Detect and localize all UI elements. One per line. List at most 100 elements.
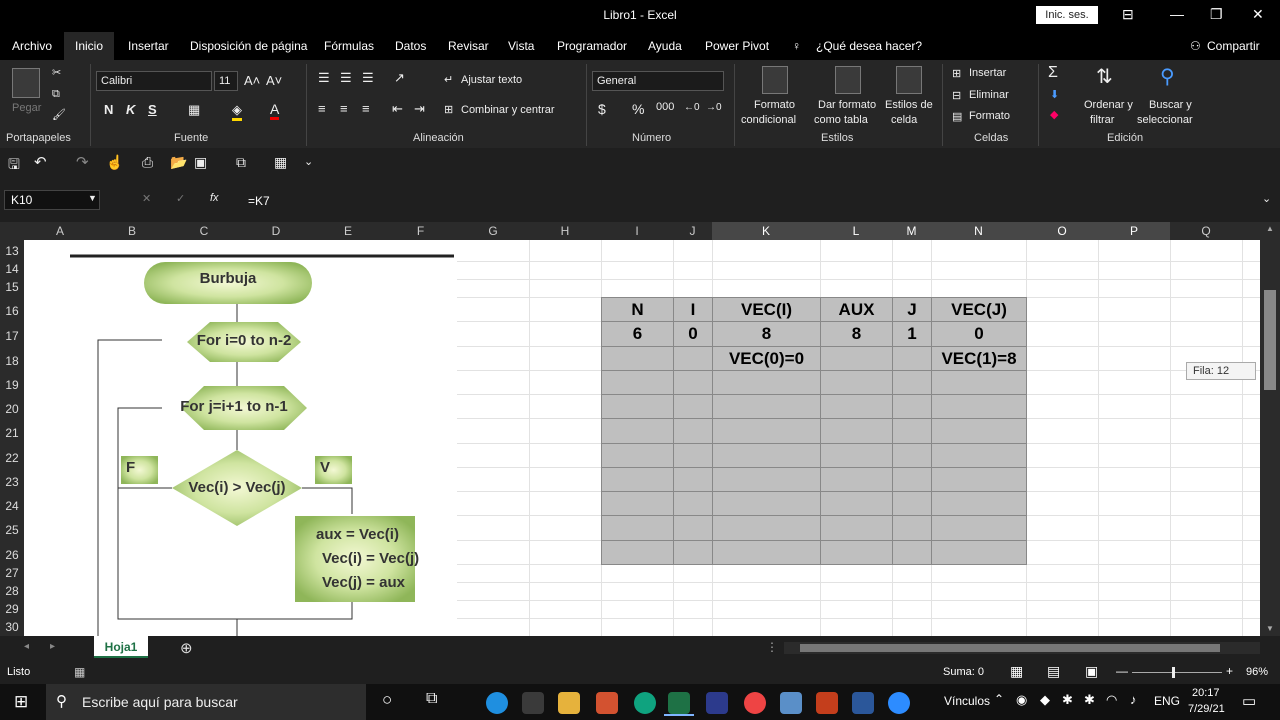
table-cell[interactable]: VEC(1)=8 [931,346,1027,371]
sort-line2[interactable]: filtrar [1090,114,1114,126]
vertical-scrollbar[interactable] [1260,222,1280,636]
font-size-select[interactable]: 11 [214,71,238,91]
table-header-n[interactable]: N [601,297,674,322]
row-header[interactable]: 18 [0,354,24,368]
maximize-icon[interactable]: ❐ [1210,6,1223,23]
sort-line1[interactable]: Ordenar y [1084,99,1133,111]
row-header[interactable]: 23 [0,475,24,489]
column-header-e[interactable]: E [312,222,384,240]
tell-me-search[interactable]: ¿Qué desea hacer? [816,39,922,53]
word-icon[interactable] [852,692,874,714]
touch-mode-icon[interactable]: ☝ [106,154,123,171]
app-icon[interactable] [634,692,656,714]
clock-time[interactable]: 20:17 [1192,687,1220,699]
decrease-decimal-icon[interactable]: →0 [706,102,722,113]
column-header-p[interactable]: P [1098,222,1170,240]
tray-icon[interactable]: ✱ [1084,692,1095,708]
zoom-slider-thumb[interactable] [1172,667,1175,678]
column-header-j[interactable]: J [673,222,712,240]
column-header-a[interactable]: A [24,222,96,240]
worksheet-grid[interactable]: Burbuja For i=0 to n-2 For j=i+1 to n-1 … [24,240,1260,636]
row-header[interactable]: 28 [0,584,24,598]
excel-icon[interactable] [668,692,690,714]
wifi-icon[interactable]: ◠ [1106,692,1117,708]
copy-icon[interactable]: ⧉ [52,88,60,101]
underline-icon[interactable]: S [148,102,157,117]
close-icon[interactable]: ✕ [1252,6,1264,23]
bold-icon[interactable]: N [104,102,113,117]
prev-sheet-icon[interactable]: ◂ [24,641,29,652]
tab-power-pivot[interactable]: Power Pivot [705,39,769,53]
formula-input[interactable]: =K7 [248,194,270,208]
empty-table-row[interactable] [601,418,1027,444]
powerpoint-icon[interactable] [816,692,838,714]
table-cell[interactable]: 8 [712,321,821,347]
column-header-m[interactable]: M [892,222,931,240]
find-select-icon[interactable]: ⚲ [1160,64,1175,89]
name-box[interactable]: K10 [4,190,100,210]
merge-center-button[interactable]: Combinar y centrar [461,104,555,116]
align-top-icon[interactable]: ☰ [318,70,330,86]
flowchart-image[interactable]: Burbuja For i=0 to n-2 For j=i+1 to n-1 … [24,240,457,636]
next-sheet-icon[interactable]: ▸ [50,641,55,652]
insert-cells-button[interactable]: Insertar [969,67,1006,79]
zoom-in-icon[interactable]: + [1226,664,1233,678]
row-header[interactable]: 26 [0,548,24,562]
table-header-vec-j[interactable]: VEC(J) [931,297,1027,322]
clear-icon[interactable]: ◆ [1050,108,1058,121]
format-painter-icon[interactable]: 🖌 [52,108,66,121]
align-left-icon[interactable]: ≡ [318,101,326,116]
cut-icon[interactable]: ✂ [52,66,61,79]
empty-table-row[interactable] [601,515,1027,541]
row-header[interactable]: 27 [0,566,24,580]
format-table-line1[interactable]: Dar formato [818,99,876,111]
find-line1[interactable]: Buscar y [1149,99,1192,111]
windows-start-icon[interactable]: ⊞ [14,692,28,712]
borders-icon[interactable]: ▦ [188,102,200,118]
macro-icon[interactable]: ▦ [274,154,287,171]
tab-programador[interactable]: Programador [557,39,627,53]
autosum-icon[interactable]: Σ [1048,64,1058,82]
zoom-out-icon[interactable]: — [1116,664,1128,678]
column-header-i[interactable]: I [601,222,673,240]
app-icon[interactable] [596,692,618,714]
column-header-h[interactable]: H [529,222,601,240]
table-cell[interactable] [892,346,932,371]
sign-in-button[interactable]: Inic. ses. [1036,6,1098,24]
table-cell[interactable] [820,346,893,371]
align-bottom-icon[interactable]: ☰ [362,70,374,86]
empty-table-row[interactable] [601,370,1027,395]
wrap-text-icon[interactable]: ↵ [444,73,453,86]
sort-filter-icon[interactable]: ⇅ [1096,64,1113,89]
shrink-font-icon[interactable]: A˅ [266,73,282,88]
row-header[interactable]: 15 [0,280,24,294]
share-icon[interactable]: ⚇ [1190,39,1201,53]
open-icon[interactable]: 📂 [170,154,187,171]
find-line2[interactable]: seleccionar [1137,114,1193,126]
taskbar-search[interactable]: Escribe aquí para buscar [46,684,366,720]
grow-font-icon[interactable]: A˄ [244,73,260,88]
currency-icon[interactable]: $ [598,101,606,117]
tab-vista[interactable]: Vista [508,39,534,53]
row-header[interactable]: 13 [0,244,24,258]
cell-styles-line1[interactable]: Estilos de [885,99,933,111]
tray-icon[interactable]: ◆ [1040,692,1050,708]
zoom-app-icon[interactable] [888,692,910,714]
column-header-c[interactable]: C [168,222,240,240]
table-header-j[interactable]: J [892,297,932,322]
tab-archivo[interactable]: Archivo [12,39,52,53]
name-box-dropdown-icon[interactable]: ▼ [88,193,97,203]
comma-style-icon[interactable]: 000 [656,101,674,113]
tab-disposicion[interactable]: Disposición de página [190,39,307,53]
tab-ayuda[interactable]: Ayuda [648,39,682,53]
table-header-i[interactable]: I [673,297,713,322]
table-header-vec-i[interactable]: VEC(I) [712,297,821,322]
format-cells-icon[interactable]: ▤ [952,110,962,123]
row-header[interactable]: 21 [0,426,24,440]
table-cell[interactable]: 0 [673,321,713,347]
conditional-format-icon[interactable] [762,66,788,94]
row-header[interactable]: 17 [0,329,24,343]
column-header-f[interactable]: F [384,222,457,240]
page-break-icon[interactable]: ▣ [1085,663,1098,680]
app-icon[interactable] [706,692,728,714]
